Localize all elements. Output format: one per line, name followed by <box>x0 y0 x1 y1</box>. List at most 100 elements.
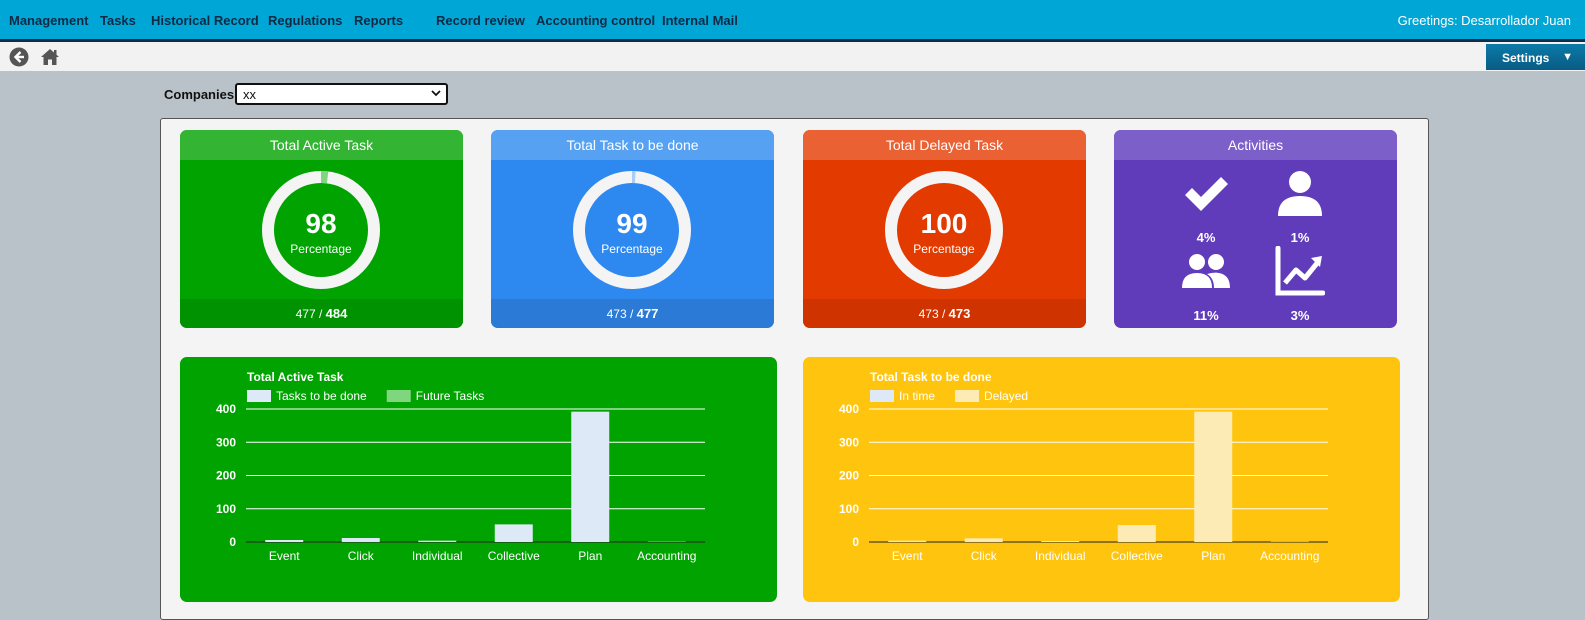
nav-item-historical-record[interactable]: Historical Record <box>151 13 259 28</box>
user-greeting: Greetings: Desarrollador Juan <box>1398 13 1571 28</box>
chart-title: Total Task to be done <box>870 370 992 384</box>
nav-item-internal-mail[interactable]: Internal Mail <box>662 13 738 28</box>
nav-item-record-review[interactable]: Record review <box>436 13 525 28</box>
top-navigation-bar: Management Tasks Historical Record Regul… <box>0 0 1585 42</box>
y-tick-label: 400 <box>216 402 236 416</box>
y-tick-label: 200 <box>839 469 859 483</box>
card-title: Activities <box>1114 130 1397 160</box>
x-tick-label: Event <box>892 549 923 563</box>
x-tick-label: Accounting <box>1260 549 1319 563</box>
check-icon <box>1181 168 1231 218</box>
y-tick-label: 400 <box>839 402 859 416</box>
percentage-value: 100 <box>884 208 1004 240</box>
nav-item-management[interactable]: Management <box>9 13 88 28</box>
legend-swatch <box>247 390 271 402</box>
trend-chart-icon <box>1275 246 1325 296</box>
caret-down-icon: ▼ <box>1562 51 1573 63</box>
y-tick-label: 0 <box>852 535 859 549</box>
chevron-down-icon <box>431 88 441 98</box>
y-tick-label: 100 <box>216 502 236 516</box>
activity-value-user: 1% <box>1270 230 1330 245</box>
nav-item-accounting-control[interactable]: Accounting control <box>536 13 655 28</box>
total-count: 477 <box>637 306 659 321</box>
y-tick-label: 200 <box>216 469 236 483</box>
x-tick-label: Event <box>269 549 300 563</box>
x-tick-label: Accounting <box>637 549 696 563</box>
legend-label[interactable]: Delayed <box>984 389 1028 403</box>
bar-individual[interactable] <box>1041 541 1079 542</box>
legend-label[interactable]: Tasks to be done <box>276 389 367 403</box>
bar-chart-total-active-task: Total Active Task Tasks to be done Future … <box>180 357 777 602</box>
activity-value-tasks: 4% <box>1176 230 1236 245</box>
toolbar <box>0 42 1585 71</box>
x-tick-label: Collective <box>1111 549 1163 563</box>
card-title: Total Task to be done <box>491 130 774 160</box>
percentage-value: 98 <box>261 208 381 240</box>
x-tick-label: Collective <box>488 549 540 563</box>
bar-click[interactable] <box>965 538 1003 542</box>
x-tick-label: Click <box>348 549 375 563</box>
chart-card-total-active-task: Total Active Task Tasks to be done Future … <box>180 357 777 602</box>
users-icon <box>1181 248 1231 298</box>
settings-dropdown[interactable]: Settings ▼ <box>1486 44 1585 70</box>
activity-value-trend: 3% <box>1270 308 1330 323</box>
y-tick-label: 100 <box>839 502 859 516</box>
bar-event[interactable] <box>265 540 303 542</box>
bar-click[interactable] <box>342 538 380 542</box>
legend-label[interactable]: In time <box>899 389 935 403</box>
done-count: 477 <box>296 307 316 321</box>
x-tick-label: Individual <box>412 549 463 563</box>
bar-collective[interactable] <box>1118 525 1156 542</box>
card-footer: 477 / 484 <box>180 299 463 328</box>
percentage-ring: 99 Percentage <box>572 170 692 290</box>
card-total-delayed-task: Total Delayed Task 100 Percentage 473 / … <box>803 130 1086 328</box>
done-count: 473 <box>607 307 627 321</box>
card-footer: 473 / 477 <box>491 299 774 328</box>
companies-selected-value: xx <box>243 87 256 102</box>
companies-select[interactable]: xx <box>235 83 448 105</box>
card-total-task-to-be-done: Total Task to be done 99 Percentage 473 … <box>491 130 774 328</box>
bar-event[interactable] <box>888 541 926 542</box>
card-total-active-task: Total Active Task 98 Percentage 477 / 48… <box>180 130 463 328</box>
y-tick-label: 300 <box>216 435 236 449</box>
activity-value-groups: 11% <box>1176 308 1236 323</box>
legend-swatch <box>955 390 979 402</box>
done-count: 473 <box>919 307 939 321</box>
x-tick-label: Plan <box>1201 549 1225 563</box>
back-arrow-icon[interactable] <box>9 47 29 67</box>
user-icon <box>1275 168 1325 218</box>
card-title: Total Active Task <box>180 130 463 160</box>
total-count: 484 <box>326 306 348 321</box>
legend-swatch <box>387 390 411 402</box>
companies-label: Companies <box>164 87 234 102</box>
percentage-value: 99 <box>572 208 692 240</box>
chart-card-total-task-to-be-done: Total Task to be done In time Delayed 0 100 2… <box>803 357 1400 602</box>
chart-title: Total Active Task <box>247 370 344 384</box>
percentage-label: Percentage <box>884 242 1004 256</box>
card-footer: 473 / 473 <box>803 299 1086 328</box>
bar-collective[interactable] <box>495 524 533 542</box>
bar-plan[interactable] <box>1194 412 1232 542</box>
nav-item-tasks[interactable]: Tasks <box>100 13 136 28</box>
total-count: 473 <box>949 306 971 321</box>
percentage-ring: 100 Percentage <box>884 170 1004 290</box>
percentage-label: Percentage <box>261 242 381 256</box>
settings-label: Settings <box>1502 51 1549 65</box>
y-tick-label: 0 <box>229 535 236 549</box>
x-tick-label: Click <box>971 549 998 563</box>
card-title: Total Delayed Task <box>803 130 1086 160</box>
bar-plan[interactable] <box>571 412 609 542</box>
nav-item-reports[interactable]: Reports <box>354 13 403 28</box>
percentage-ring: 98 Percentage <box>261 170 381 290</box>
x-tick-label: Plan <box>578 549 602 563</box>
legend-swatch <box>870 390 894 402</box>
legend-label[interactable]: Future Tasks <box>416 389 484 403</box>
percentage-label: Percentage <box>572 242 692 256</box>
bar-chart-total-task-to-be-done: Total Task to be done In time Delayed 0 100 2… <box>803 357 1400 602</box>
y-tick-label: 300 <box>839 435 859 449</box>
card-activities: Activities 4% 1% 11% 3% <box>1114 130 1397 328</box>
bar-individual[interactable] <box>418 541 456 542</box>
home-icon[interactable] <box>40 47 60 67</box>
x-tick-label: Individual <box>1035 549 1086 563</box>
nav-item-regulations[interactable]: Regulations <box>268 13 342 28</box>
